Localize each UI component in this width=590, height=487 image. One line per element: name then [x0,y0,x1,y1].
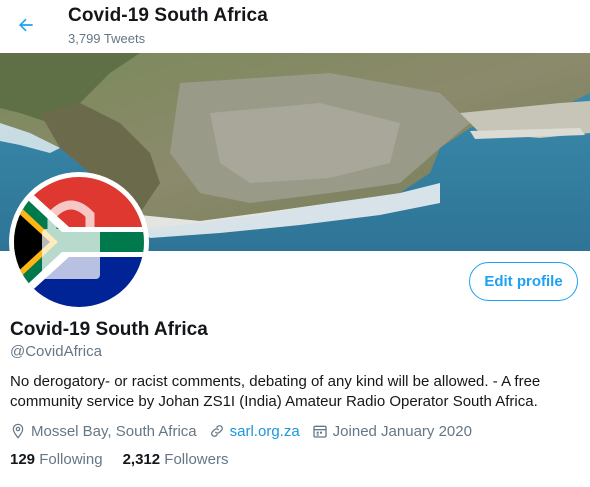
location-item: Mossel Bay, South Africa [10,423,197,440]
following-link[interactable]: 129 Following [10,451,103,468]
location-pin-icon [12,423,24,439]
link-icon [210,425,223,437]
arrow-left-icon [19,18,33,32]
followers-count: 2,312 [122,451,165,468]
edit-profile-button[interactable]: Edit profile [469,262,578,301]
calendar-icon [313,425,327,438]
following-label: Following [39,451,103,468]
website-item[interactable]: sarl.org.za [209,423,300,440]
back-button[interactable] [10,9,42,41]
follow-stats: 129 Following 2,312 Followers [10,451,248,468]
joined-text: Joined January 2020 [332,422,472,440]
tweet-count: 3,799 Tweets [68,31,146,46]
profile-meta: Mossel Bay, South Africa sarl.org.za Joi… [10,421,484,441]
profile-bio: No derogatory- or racist comments, debat… [10,373,541,410]
followers-label: Followers [164,451,229,468]
profile-handle: @CovidAfrica [10,343,102,360]
header-title: Covid-19 South Africa [68,5,268,26]
profile-name: Covid-19 South Africa [10,319,208,340]
location-text: Mossel Bay, South Africa [31,422,197,440]
avatar[interactable] [9,172,149,312]
joined-item: Joined January 2020 [312,423,472,440]
south-africa-flag-lock-avatar [14,177,144,307]
followers-link[interactable]: 2,312 Followers [123,451,229,468]
profile-header: Covid-19 South Africa 3,799 Tweets [0,0,590,53]
website-link[interactable]: sarl.org.za [230,423,300,440]
following-count: 129 [10,451,40,468]
